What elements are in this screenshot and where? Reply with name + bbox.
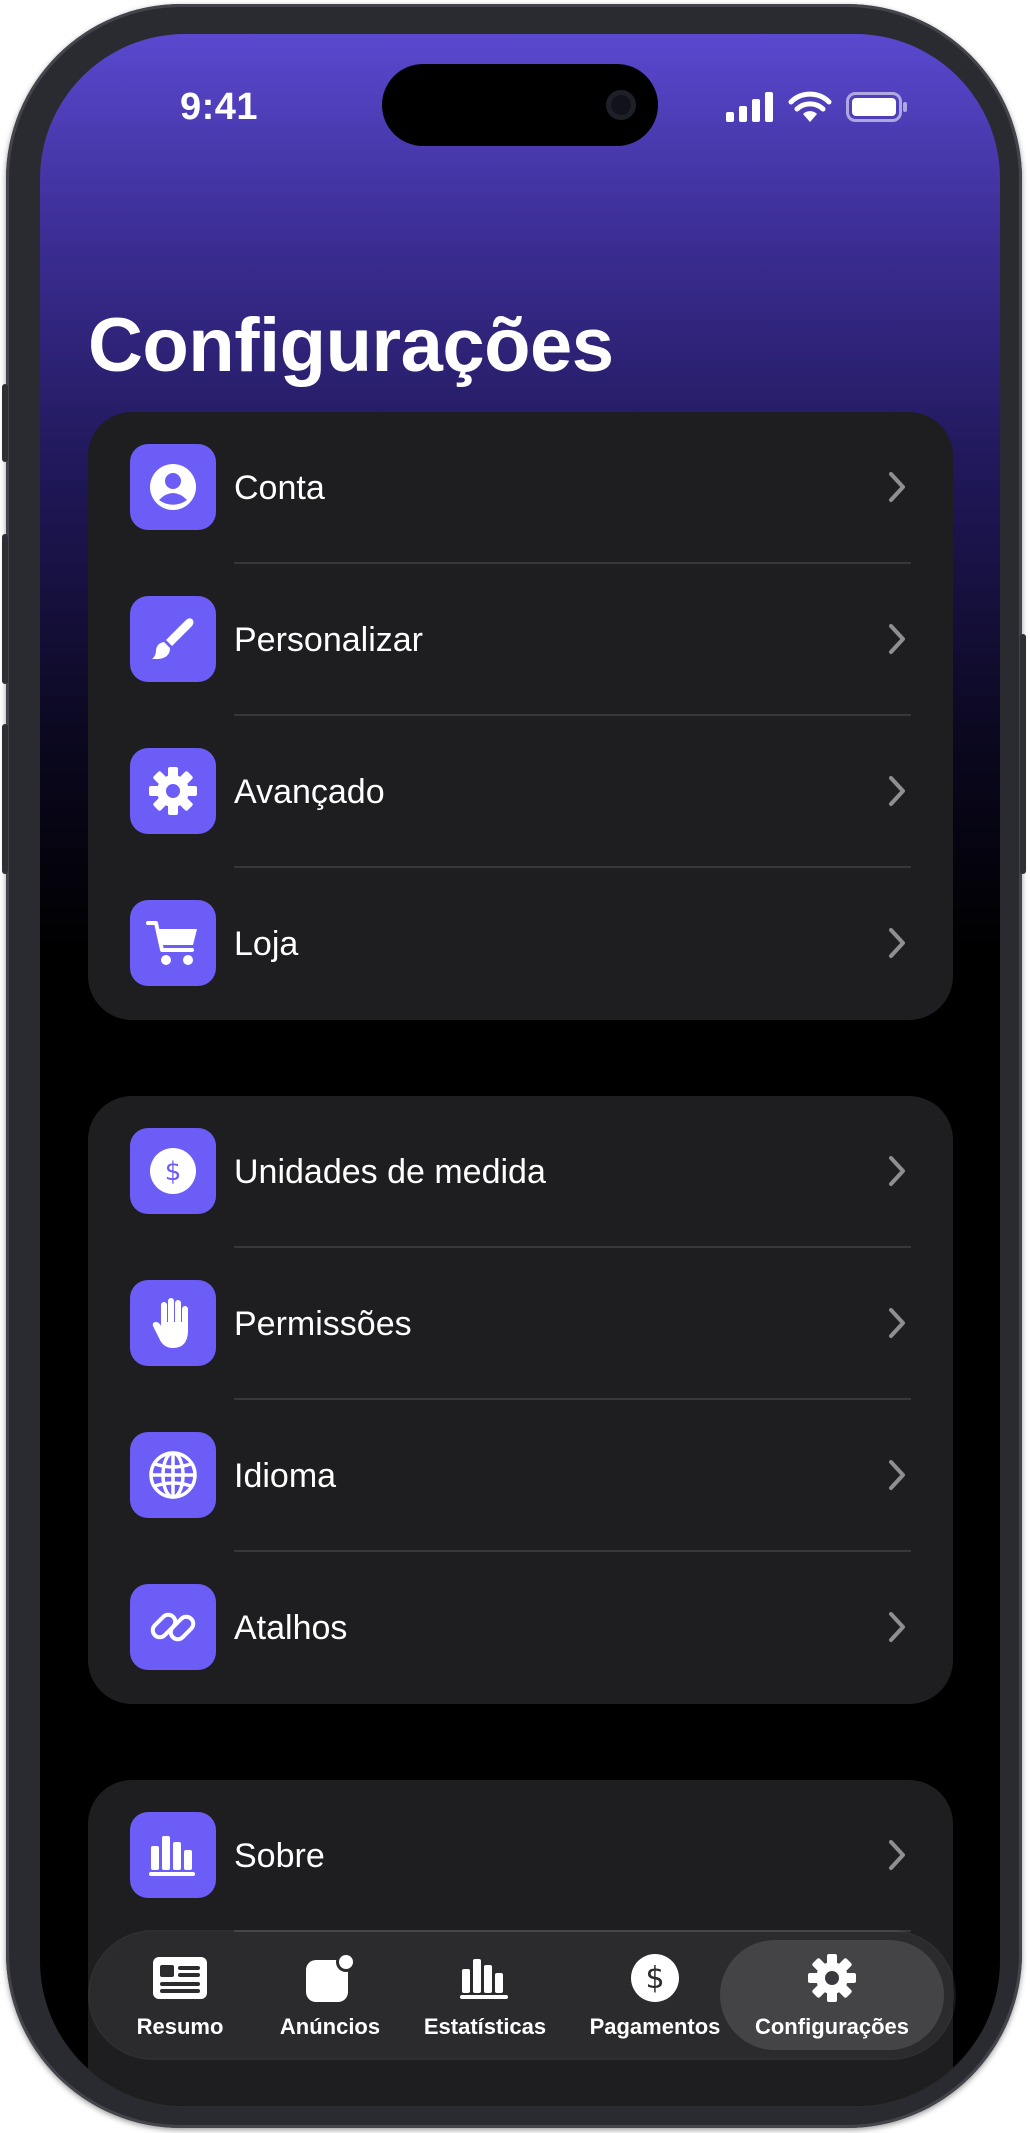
tab-resumo[interactable]: Resumo	[120, 1940, 240, 2050]
chevron-right-icon	[889, 1308, 905, 1338]
power-button	[1020, 634, 1026, 874]
settings-row-loja[interactable]: Loja	[88, 868, 953, 1020]
chevron-right-icon	[889, 1460, 905, 1490]
chevron-right-icon	[889, 1156, 905, 1186]
row-label: Atalhos	[234, 1609, 348, 1647]
tab-label: Estatísticas	[423, 2014, 547, 2039]
row-label: Personalizar	[234, 621, 423, 659]
tab-bar: Resumo Anúncios Estatísticas $ Pagamento…	[90, 1932, 954, 2058]
dollar-circle-icon: $	[629, 1950, 681, 2006]
status-icons	[726, 90, 908, 124]
tab-label: Configurações	[754, 2014, 910, 2039]
battery-icon	[846, 92, 907, 122]
chevron-right-icon	[889, 1840, 905, 1870]
tab-label: Resumo	[136, 2014, 224, 2039]
chevron-right-icon	[889, 928, 905, 958]
settings-row-conta[interactable]: Conta	[88, 412, 953, 564]
gear-icon	[806, 1950, 858, 2006]
row-label: Sobre	[234, 1837, 325, 1875]
chevron-right-icon	[889, 1612, 905, 1642]
settings-row-atalhos[interactable]: Atalhos	[88, 1552, 953, 1704]
tab-configuracoes[interactable]: Configurações	[720, 1940, 944, 2050]
row-label: Avançado	[234, 773, 385, 811]
volume-down-button	[2, 724, 8, 874]
paintbrush-icon	[130, 596, 216, 682]
row-label: Permissões	[234, 1305, 412, 1343]
cart-icon	[130, 900, 216, 986]
row-label: Loja	[234, 925, 299, 963]
chevron-right-icon	[889, 624, 905, 654]
svg-text:$: $	[165, 1157, 182, 1187]
chevron-right-icon	[889, 776, 905, 806]
action-button	[2, 384, 8, 462]
volume-up-button	[2, 534, 8, 684]
badge-app-icon	[302, 1950, 358, 2006]
row-label: Idioma	[234, 1457, 337, 1495]
settings-group-2: $ Unidades de medida Permissões Idioma A…	[88, 1096, 953, 1704]
settings-row-personalizar[interactable]: Personalizar	[88, 564, 953, 716]
screen: 9:41 Configurações Conta Personalizar Av…	[40, 34, 1000, 2106]
row-label: Unidades de medida	[234, 1153, 546, 1191]
cellular-signal-icon	[726, 92, 773, 122]
gear-icon	[130, 748, 216, 834]
settings-row-sobre[interactable]: Sobre	[88, 1780, 953, 1932]
tab-estatisticas[interactable]: Estatísticas	[410, 1940, 560, 2050]
wifi-icon	[788, 91, 832, 122]
dynamic-island	[382, 64, 658, 146]
settings-group-1: Conta Personalizar Avançado Loja	[88, 412, 953, 1020]
row-label: Conta	[234, 469, 325, 507]
bar-chart-icon	[130, 1812, 216, 1898]
tab-pagamentos[interactable]: $ Pagamentos	[580, 1940, 730, 2050]
newspaper-icon	[151, 1950, 209, 2006]
bar-chart-icon	[457, 1950, 513, 2006]
link-icon	[130, 1584, 216, 1670]
tab-label: Anúncios	[279, 2014, 381, 2039]
dollar-circle-icon: $	[130, 1128, 216, 1214]
chevron-right-icon	[889, 472, 905, 502]
settings-row-avancado[interactable]: Avançado	[88, 716, 953, 868]
status-time: 9:41	[180, 86, 259, 128]
tab-anuncios[interactable]: Anúncios	[270, 1940, 390, 2050]
camera-icon	[606, 90, 636, 120]
phone-frame: 9:41 Configurações Conta Personalizar Av…	[2, 4, 1026, 2128]
person-circle-icon	[130, 444, 216, 530]
globe-icon	[130, 1432, 216, 1518]
settings-row-permissoes[interactable]: Permissões	[88, 1248, 953, 1400]
settings-row-idioma[interactable]: Idioma	[88, 1400, 953, 1552]
svg-text:$: $	[645, 1961, 664, 1996]
hand-icon	[130, 1280, 216, 1366]
page-title: Configurações	[88, 303, 614, 388]
settings-row-unidades[interactable]: $ Unidades de medida	[88, 1096, 953, 1248]
tab-label: Pagamentos	[589, 2014, 721, 2039]
